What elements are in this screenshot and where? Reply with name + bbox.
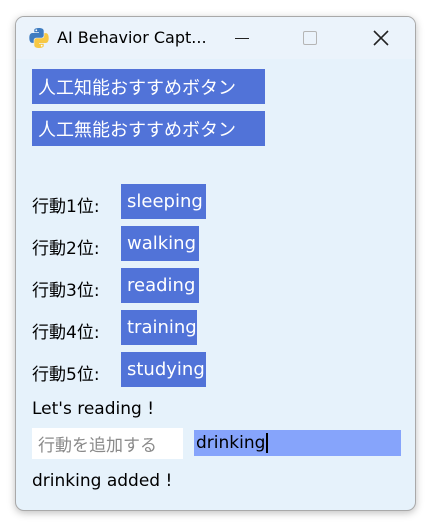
rank-2-label: 行動2位:: [32, 239, 100, 259]
rank-4-button[interactable]: training: [121, 310, 197, 345]
ai-recommend-button[interactable]: 人工知能おすすめボタン: [32, 69, 265, 104]
text-caret: [266, 433, 269, 453]
maximize-icon: [303, 31, 317, 45]
status-message: drinking added !: [32, 471, 173, 491]
close-icon: [373, 30, 389, 46]
add-behavior-placeholder[interactable]: 行動を追加する: [32, 428, 183, 459]
rank-5-button[interactable]: studying: [121, 352, 206, 387]
app-window: AI Behavior Capt... 人工知能おすすめボタン 人工無能おすすめ…: [15, 16, 416, 511]
rank-1-button[interactable]: sleeping: [121, 184, 206, 219]
rank-3-label: 行動3位:: [32, 281, 100, 301]
recommendation-message: Let's reading !: [32, 399, 155, 419]
rank-4-label: 行動4位:: [32, 323, 100, 343]
close-button[interactable]: [352, 17, 410, 59]
minimize-button[interactable]: [213, 17, 271, 59]
rank-2-button[interactable]: walking: [121, 226, 199, 261]
add-behavior-input[interactable]: drinking: [194, 430, 401, 456]
rank-5-label: 行動5位:: [32, 365, 100, 385]
python-icon: [29, 28, 49, 48]
rank-3-button[interactable]: reading: [121, 268, 199, 303]
minimize-icon: [235, 37, 249, 39]
non-ai-recommend-button[interactable]: 人工無能おすすめボタン: [32, 111, 265, 146]
title-bar[interactable]: AI Behavior Capt...: [16, 17, 415, 59]
rank-1-label: 行動1位:: [32, 197, 100, 217]
add-behavior-value: drinking: [196, 433, 266, 453]
window-title: AI Behavior Capt...: [57, 28, 207, 47]
maximize-button[interactable]: [281, 17, 339, 59]
